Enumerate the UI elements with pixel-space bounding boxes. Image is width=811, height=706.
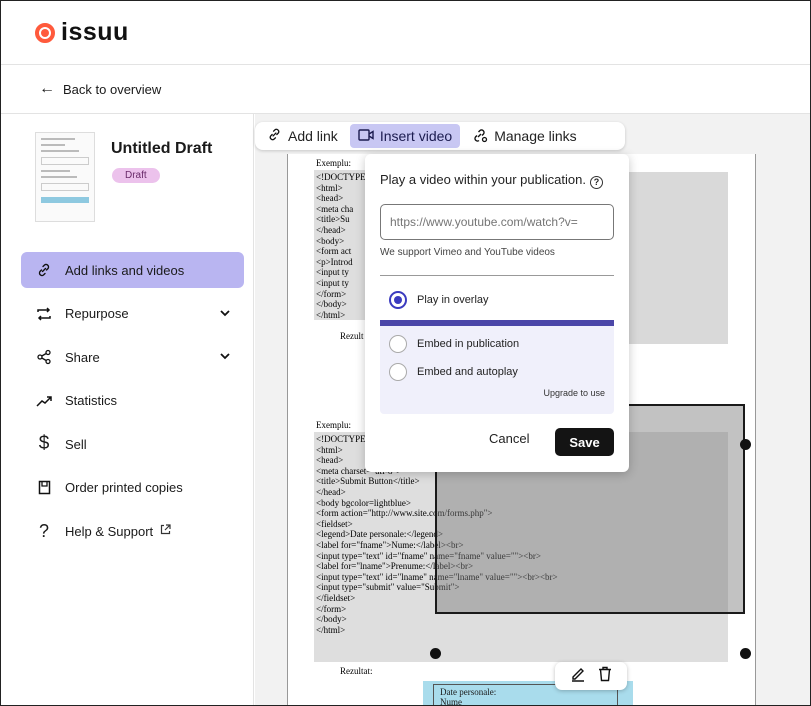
option-play-in-overlay[interactable]: Play in overlay xyxy=(389,291,489,309)
upgrade-note: Upgrade to use xyxy=(543,388,605,398)
sidebar-item-help-and-support[interactable]: ? Help & Support xyxy=(21,513,244,549)
code-line: <form act xyxy=(316,246,352,257)
resize-handle-bottom-right[interactable] xyxy=(740,648,751,659)
code-line: <input ty xyxy=(316,267,349,278)
manage-links-button[interactable]: Manage links xyxy=(464,124,585,148)
link-icon xyxy=(267,127,282,145)
sidebar-item-order-printed-copies[interactable]: Order printed copies xyxy=(21,470,244,506)
code-line: </html> xyxy=(316,624,346,635)
insert-video-label: Insert video xyxy=(379,128,453,144)
sidebar-item-add-links-and-videos[interactable]: Add links and videos xyxy=(21,252,244,288)
radio-unselected-icon xyxy=(389,335,407,353)
code-block-1: <!DOCTYPE <html> <head> <meta cha <title>Su <… xyxy=(316,172,366,320)
manage-links-label: Manage links xyxy=(494,128,577,144)
sidebar: Untitled Draft Draft Add links and video… xyxy=(1,114,254,705)
code-line: </form> xyxy=(316,288,347,299)
document-thumbnail[interactable] xyxy=(35,132,95,222)
link-icon xyxy=(33,262,55,278)
top-header: issuu xyxy=(1,1,810,65)
help-circle-icon[interactable]: ? xyxy=(589,176,603,189)
edit-icon[interactable] xyxy=(570,666,586,687)
link-toolbar: Add link Insert video Manage links xyxy=(255,122,625,150)
cancel-button[interactable]: Cancel xyxy=(489,431,529,446)
print-icon xyxy=(33,480,55,495)
field-label: Nume xyxy=(440,697,462,706)
external-link-icon xyxy=(160,524,171,538)
editor-canvas: Exemplu: <!DOCTYPE <html> <head> <meta cha <… xyxy=(255,114,810,706)
link-settings-icon xyxy=(472,127,488,146)
save-button[interactable]: Save xyxy=(555,428,614,456)
chevron-down-icon xyxy=(220,308,230,320)
option-embed-and-autoplay[interactable]: Embed and autoplay xyxy=(389,363,518,381)
issuu-logo[interactable]: issuu xyxy=(35,18,129,47)
repeat-icon xyxy=(33,306,55,321)
video-url-input[interactable] xyxy=(380,204,614,240)
code-line: <html> xyxy=(316,182,343,193)
insert-video-popover: Play a video within your publication.? W… xyxy=(365,154,629,472)
back-label: Back to overview xyxy=(63,81,162,97)
code-line: </html> xyxy=(316,309,346,320)
divider xyxy=(380,275,614,276)
sidebar-item-label: Order printed copies xyxy=(65,480,183,495)
code-line: <head> xyxy=(316,193,344,204)
video-icon xyxy=(358,128,374,145)
logo-mark-icon xyxy=(35,22,55,43)
chevron-down-icon xyxy=(220,351,230,363)
sidebar-nav: Add links and videos Repurpose Share Sta… xyxy=(21,252,244,557)
code-line: <title>Su xyxy=(316,214,350,225)
trash-icon[interactable] xyxy=(598,666,612,687)
code-heading: Exemplu: xyxy=(316,158,351,168)
code-line: <!DOCTYPE xyxy=(316,172,366,182)
share-icon xyxy=(33,349,55,365)
radio-unselected-icon xyxy=(389,363,407,381)
popover-title: Play a video within your publication.? xyxy=(380,172,603,189)
code-line: </body> xyxy=(316,299,347,310)
sidebar-item-repurpose[interactable]: Repurpose xyxy=(21,296,244,332)
trend-icon xyxy=(33,395,55,407)
radio-selected-icon xyxy=(389,291,407,309)
code-line: <meta cha xyxy=(316,203,354,214)
sidebar-item-label: Repurpose xyxy=(65,306,129,321)
back-to-overview-link[interactable]: ← Back to overview xyxy=(1,65,810,114)
resize-handle-top-right[interactable] xyxy=(740,439,751,450)
code-heading: Exemplu: xyxy=(316,420,351,430)
result-label: Rezultat: xyxy=(340,666,373,676)
sidebar-item-label: Statistics xyxy=(65,393,118,408)
sidebar-item-label: Add links and videos xyxy=(65,262,185,278)
insert-video-button[interactable]: Insert video xyxy=(349,124,461,148)
sidebar-item-share[interactable]: Share xyxy=(21,339,244,375)
logo-text: issuu xyxy=(61,18,129,46)
code-line: <input ty xyxy=(316,277,349,288)
option-embed-in-publication[interactable]: Embed in publication xyxy=(389,335,519,353)
dollar-icon: $ xyxy=(38,433,50,454)
arrow-left-icon: ← xyxy=(39,80,55,97)
result-label: Rezult xyxy=(340,331,364,341)
code-line: <p>Introd xyxy=(316,256,353,267)
code-line: <body> xyxy=(316,235,345,246)
add-link-label: Add link xyxy=(288,128,338,144)
supported-platforms-note: We support Vimeo and YouTube videos xyxy=(380,247,555,258)
draft-title: Untitled Draft xyxy=(111,140,213,157)
help-icon: ? xyxy=(38,520,49,541)
app-window: issuu ← Back to overview Untitled Draft … xyxy=(0,0,811,706)
code-line: </head> xyxy=(316,224,346,235)
add-link-button[interactable]: Add link xyxy=(259,124,346,148)
resize-handle-bottom-left[interactable] xyxy=(430,648,441,659)
selection-tools xyxy=(555,662,627,690)
sidebar-item-label: Sell xyxy=(65,436,87,452)
sidebar-item-sell[interactable]: $ Sell xyxy=(21,426,244,462)
code-line: </body> xyxy=(316,614,347,625)
draft-status-badge: Draft xyxy=(112,168,160,183)
sidebar-item-label: Share xyxy=(65,349,100,365)
sidebar-item-statistics[interactable]: Statistics xyxy=(21,383,244,419)
sidebar-item-label: Help & Support xyxy=(65,523,154,539)
